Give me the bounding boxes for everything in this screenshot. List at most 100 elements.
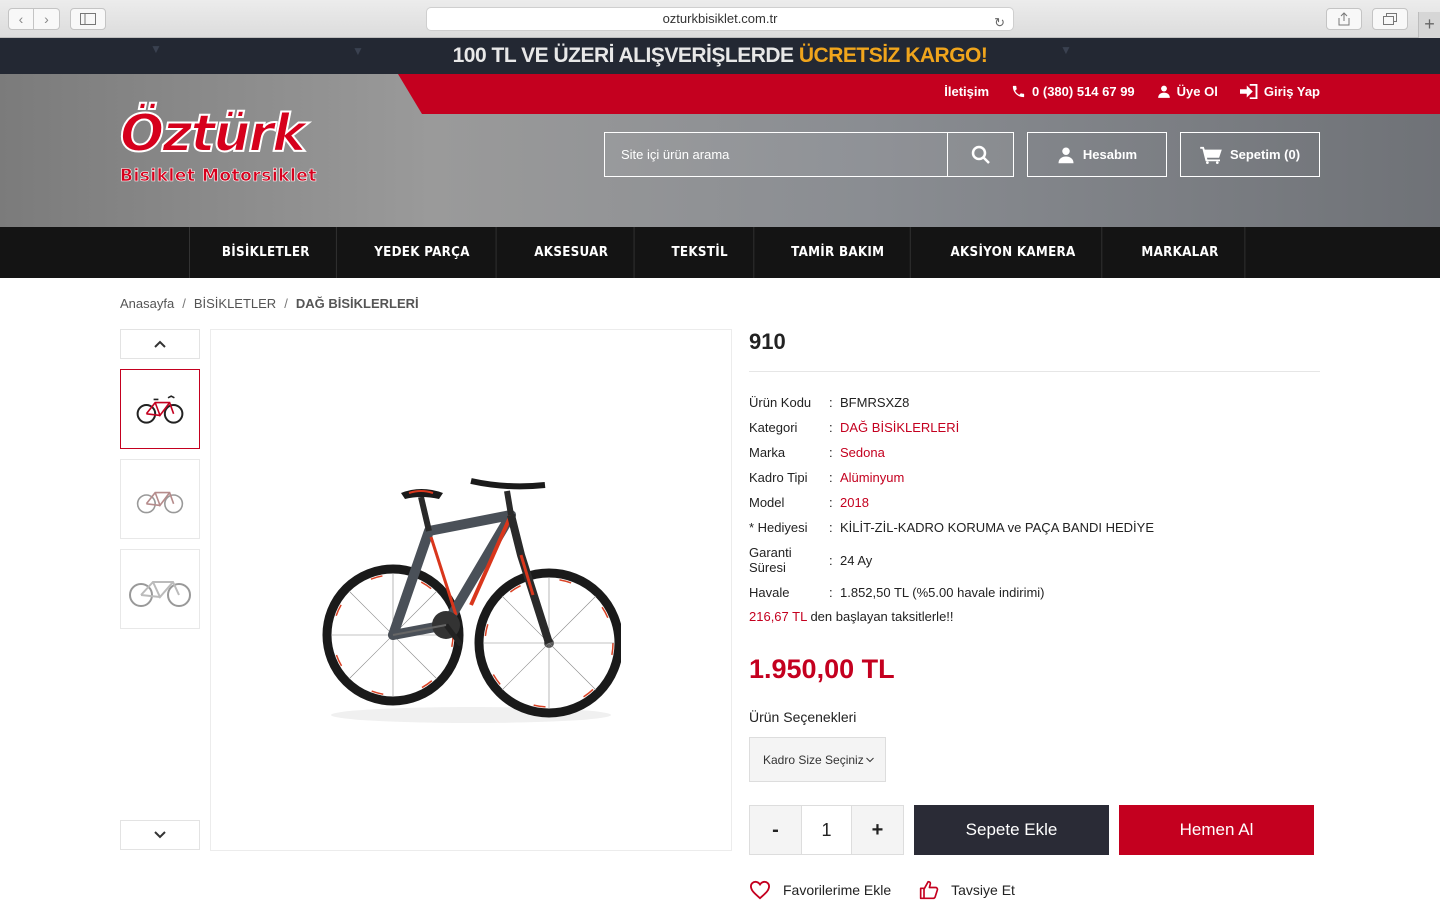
quantity-increase-button[interactable]: +: [852, 806, 903, 854]
phone-label: 0 (380) 514 67 99: [1032, 84, 1135, 99]
promo-text: 100 TL VE ÜZERİ ALIŞVERİŞLERDE ÜCRETSİZ …: [453, 44, 988, 68]
thumbnail-item[interactable]: [120, 549, 200, 629]
spec-row: Marka: Sedona: [749, 445, 885, 460]
add-to-favorites-link[interactable]: Favorilerime Ekle: [749, 880, 891, 900]
cart-icon: [1200, 146, 1222, 164]
installment-text: den başlayan taksitlerle!!: [806, 609, 954, 624]
browser-toolbar: ‹ › ozturkbisiklet.com.tr ↻ +: [0, 0, 1440, 38]
login-link[interactable]: Giriş Yap: [1239, 84, 1320, 99]
add-to-cart-button[interactable]: Sepete Ekle: [914, 805, 1109, 855]
spec-value-transfer: 1.852,50 TL (%5.00 havale indirimi): [840, 585, 1045, 600]
account-icon: [1058, 147, 1074, 163]
thumbnail-item[interactable]: [120, 459, 200, 539]
reload-icon[interactable]: ↻: [994, 12, 1005, 34]
breadcrumb-separator: /: [284, 296, 288, 311]
spec-value-brand[interactable]: Sedona: [840, 445, 885, 460]
search-button[interactable]: [947, 133, 1013, 176]
cart-button[interactable]: Sepetim (0): [1180, 132, 1320, 177]
site-logo[interactable]: Öztürk Bisiklet Motorsiklet: [119, 103, 330, 204]
login-label: Giriş Yap: [1263, 84, 1320, 99]
decor-triangle: ▼: [352, 44, 364, 58]
new-tab-button[interactable]: +: [1418, 12, 1440, 38]
search-icon: [971, 145, 990, 164]
bicycle-image: [322, 478, 621, 723]
installment-amount: 216,67 TL: [749, 609, 807, 624]
spec-value-code: BFMRSXZ8: [840, 395, 910, 410]
top-links: İletişim 0 (380) 514 67 99 Üye Ol Giriş …: [944, 84, 1320, 99]
quantity-input[interactable]: 1: [801, 806, 852, 854]
tabs-overview-button[interactable]: [1372, 8, 1408, 30]
spec-label: Garanti Süresi: [749, 545, 792, 575]
search-input[interactable]: [605, 133, 947, 176]
register-link[interactable]: Üye Ol: [1157, 84, 1218, 99]
tabs-icon: [1383, 13, 1397, 25]
spec-row: Model: 2018: [749, 495, 869, 510]
nav-item-markalar[interactable]: MARKALAR: [1116, 227, 1246, 278]
promo-banner: ▼ ▼ ▼ 100 TL VE ÜZERİ ALIŞVERİŞLERDE ÜCR…: [0, 38, 1440, 74]
breadcrumb: Anasayfa / BİSİKLETLER / DAĞ BİSİKLERLER…: [120, 296, 419, 311]
frame-size-select[interactable]: Kadro Size Seçiniz: [749, 737, 886, 782]
spec-label: Marka: [749, 445, 786, 460]
nav-item-bisikletler[interactable]: BİSİKLETLER: [196, 227, 337, 278]
thumbnail-up-button[interactable]: [120, 329, 200, 359]
nav-item-tamir-bakim[interactable]: TAMİR BAKIM: [765, 227, 911, 278]
back-button[interactable]: ‹: [8, 8, 34, 30]
product-main-image[interactable]: [210, 329, 732, 851]
breadcrumb-home[interactable]: Anasayfa: [120, 296, 174, 311]
thumbs-up-icon: [919, 880, 939, 900]
spec-label: Kategori: [749, 420, 798, 435]
spec-value-gift: KİLİT-ZİL-KADRO KORUMA ve PAÇA BANDI HED…: [840, 520, 1154, 535]
product-extras: Favorilerime Ekle Tavsiye Et: [749, 880, 1015, 900]
add-to-favorites-label: Favorilerime Ekle: [783, 882, 892, 898]
purchase-row: - 1 + Sepete Ekle Hemen Al: [749, 805, 1314, 855]
logo-sub-text: Bisiklet Motorsiklet: [120, 166, 317, 187]
spec-label: Ürün Kodu: [749, 395, 812, 410]
register-label: Üye Ol: [1176, 84, 1218, 99]
address-text: ozturkbisiklet.com.tr: [662, 11, 778, 26]
spec-row: Havale: 1.852,50 TL (%5.00 havale indiri…: [749, 585, 1045, 600]
account-button[interactable]: Hesabım: [1027, 132, 1167, 177]
history-buttons: ‹ ›: [8, 8, 60, 30]
contact-link[interactable]: İletişim: [944, 84, 989, 99]
nav-item-tekstil[interactable]: TEKSTİL: [645, 227, 755, 278]
spec-value-frame[interactable]: Alüminyum: [840, 470, 904, 485]
breadcrumb-category[interactable]: BİSİKLETLER: [194, 296, 276, 311]
search-box: [604, 132, 1014, 177]
bicycle-thumbnail-image: [129, 581, 191, 607]
thumbnail-item[interactable]: [120, 369, 200, 449]
spec-row: Garanti Süresi: 24 Ay: [749, 545, 873, 575]
nav-item-aksesuar[interactable]: AKSESUAR: [509, 227, 636, 278]
forward-button[interactable]: ›: [34, 8, 60, 30]
spec-value-model[interactable]: 2018: [840, 495, 869, 510]
nav-item-yedek-parca[interactable]: YEDEK PARÇA: [349, 227, 497, 278]
contact-label: İletişim: [944, 84, 990, 99]
spec-row: * Hediyesi: KİLİT-ZİL-KADRO KORUMA ve PA…: [749, 520, 1154, 535]
share-button[interactable]: [1326, 8, 1362, 30]
spec-value-category[interactable]: DAĞ BİSİKLERLERİ: [840, 420, 959, 435]
spec-row: Kategori: DAĞ BİSİKLERLERİ: [749, 420, 960, 435]
phone-link[interactable]: 0 (380) 514 67 99: [1011, 84, 1135, 99]
spec-value-warranty: 24 Ay: [840, 552, 873, 568]
user-icon: [1157, 85, 1170, 98]
breadcrumb-separator: /: [182, 296, 186, 311]
share-icon: [1338, 12, 1350, 26]
quantity-decrease-button[interactable]: -: [750, 806, 801, 854]
address-bar[interactable]: ozturkbisiklet.com.tr ↻: [426, 7, 1014, 31]
recommend-link[interactable]: Tavsiye Et: [919, 880, 1015, 900]
phone-icon: [1012, 85, 1025, 98]
product-info: 910 Ürün Kodu: BFMRSXZ8 Kategori: DAĞ Bİ…: [749, 329, 1320, 900]
breadcrumb-current[interactable]: DAĞ BİSİKLERLERİ: [296, 296, 419, 311]
bicycle-thumbnail-image: [136, 491, 184, 514]
spec-label: Havale: [749, 585, 790, 600]
recommend-label: Tavsiye Et: [951, 882, 1015, 898]
nav-item-aksiyon-kamera[interactable]: AKSİYON KAMERA: [925, 227, 1103, 278]
account-label: Hesabım: [1082, 147, 1138, 162]
frame-size-select-value: Kadro Size Seçiniz: [763, 752, 864, 767]
chevron-up-icon: [154, 340, 166, 348]
chevron-down-icon: [865, 757, 874, 762]
decor-triangle: ▼: [150, 42, 162, 56]
sidebar-toggle-button[interactable]: [70, 8, 106, 30]
buy-now-button[interactable]: Hemen Al: [1119, 805, 1314, 855]
quantity-stepper: - 1 +: [749, 805, 904, 855]
thumbnail-down-button[interactable]: [120, 820, 200, 850]
